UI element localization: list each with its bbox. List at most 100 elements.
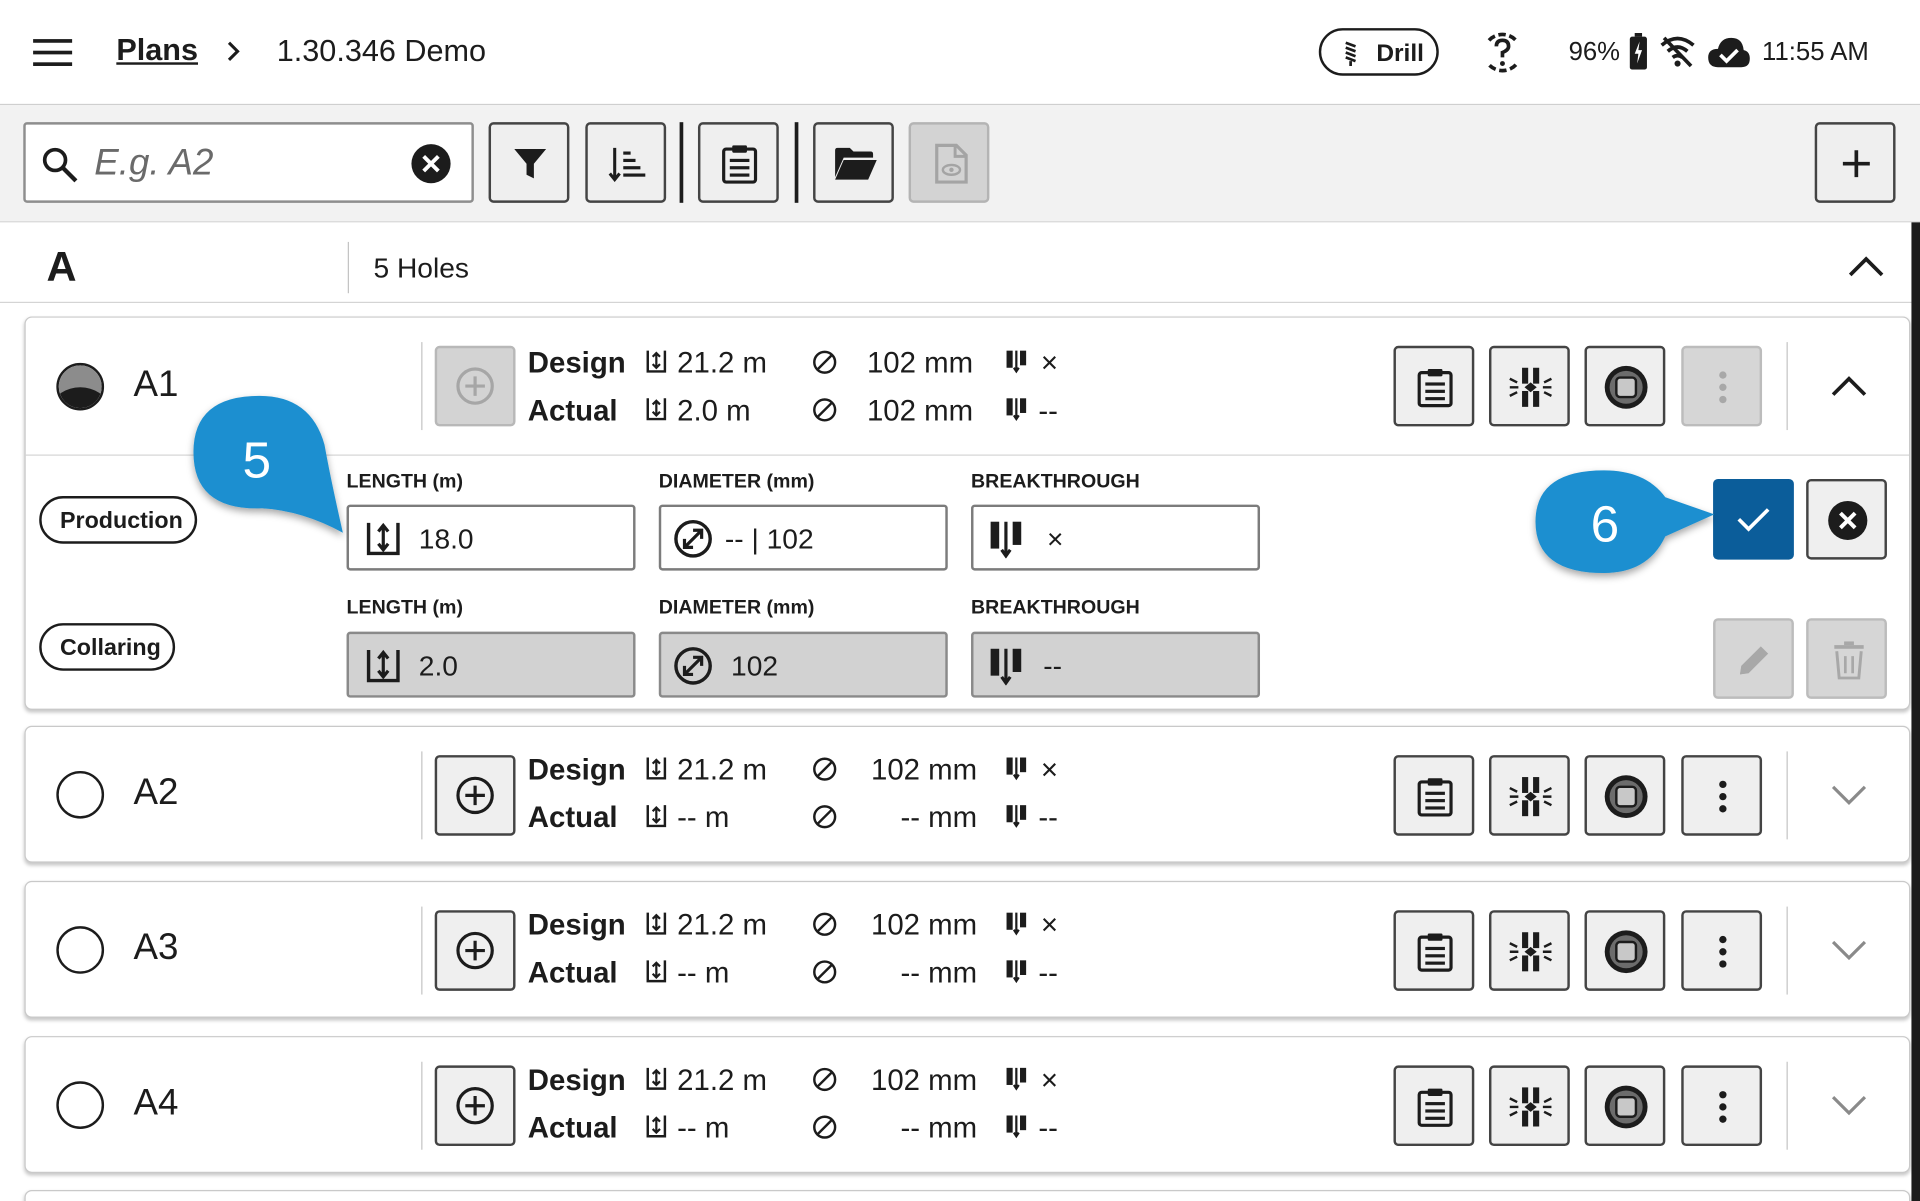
breakthrough-label: BREAKTHROUGH bbox=[971, 471, 1140, 493]
collaring-diameter-value: 102 bbox=[731, 649, 779, 682]
hole-status-partial-icon[interactable] bbox=[56, 362, 105, 411]
add-drilling-button[interactable] bbox=[434, 910, 516, 991]
diameter-icon bbox=[812, 756, 838, 782]
hole-report-button[interactable] bbox=[1393, 345, 1475, 427]
plus-circle-icon bbox=[456, 776, 495, 815]
chevron-down-icon[interactable] bbox=[1831, 938, 1868, 962]
production-diameter-field[interactable]: -- | 102 bbox=[658, 504, 948, 571]
actual-length: -- m bbox=[677, 1111, 730, 1145]
edit-button[interactable] bbox=[1713, 618, 1794, 699]
stop-hole-button[interactable] bbox=[1584, 1065, 1666, 1147]
stop-hole-button[interactable] bbox=[1584, 755, 1666, 836]
design-label: Design bbox=[527, 1064, 626, 1098]
chevron-up-icon[interactable] bbox=[1848, 254, 1885, 278]
drill-bit-icon bbox=[1341, 41, 1361, 66]
design-breakthrough: × bbox=[1040, 909, 1058, 943]
drill-mode-button[interactable]: Drill bbox=[1318, 28, 1439, 76]
help-sync-icon[interactable] bbox=[1479, 29, 1526, 75]
document-view-icon bbox=[934, 143, 968, 185]
hole-status-empty-icon[interactable] bbox=[56, 926, 105, 974]
plan-toolbar bbox=[0, 105, 1920, 223]
hole-breakout-icon bbox=[1509, 930, 1553, 974]
scrollbar[interactable] bbox=[1911, 222, 1920, 1201]
breadcrumb-plans-link[interactable]: Plans bbox=[116, 33, 198, 68]
hole-status-empty-icon[interactable] bbox=[56, 770, 105, 819]
hole-status-button[interactable] bbox=[1488, 755, 1570, 836]
folder-open-icon bbox=[834, 147, 878, 181]
more-options-button[interactable] bbox=[1681, 345, 1763, 427]
chevron-down-icon[interactable] bbox=[1831, 783, 1868, 807]
plus-circle-icon bbox=[456, 1086, 495, 1125]
open-folder-button[interactable] bbox=[813, 122, 894, 203]
group-header[interactable]: A 5 Holes bbox=[0, 232, 1920, 304]
delete-button[interactable] bbox=[1806, 618, 1887, 699]
actual-label: Actual bbox=[527, 1111, 618, 1145]
more-options-button[interactable] bbox=[1681, 755, 1763, 836]
hole-status-empty-icon[interactable] bbox=[56, 1081, 105, 1129]
actual-label: Actual bbox=[527, 801, 618, 835]
divider bbox=[421, 342, 423, 431]
breakthrough-icon bbox=[1005, 756, 1027, 781]
preview-document-button[interactable] bbox=[908, 122, 990, 203]
stop-hole-button[interactable] bbox=[1584, 345, 1666, 427]
cancel-button[interactable] bbox=[1806, 478, 1887, 560]
hole-report-button[interactable] bbox=[1393, 1065, 1475, 1147]
more-options-button[interactable] bbox=[1681, 1065, 1763, 1147]
add-drilling-button[interactable] bbox=[434, 755, 516, 836]
actual-label: Actual bbox=[527, 956, 618, 990]
hole-card-a3: A3 Design Actual 21.2 m -- m 102 mm -- m… bbox=[24, 880, 1911, 1018]
search-input[interactable] bbox=[94, 141, 401, 186]
hole-status-button[interactable] bbox=[1488, 910, 1570, 991]
add-hole-button[interactable] bbox=[1814, 122, 1896, 203]
breakthrough-icon bbox=[1005, 1114, 1027, 1139]
top-app-bar: Plans 1.30.346 Demo Drill 96% 11:55 AM bbox=[0, 0, 1920, 106]
breakthrough-icon bbox=[989, 646, 1023, 686]
confirm-button[interactable] bbox=[1713, 478, 1794, 560]
hole-report-button[interactable] bbox=[1393, 755, 1475, 836]
design-length: 21.2 m bbox=[677, 346, 767, 380]
production-diameter-value: -- | 102 bbox=[724, 522, 814, 555]
plan-report-button[interactable] bbox=[697, 122, 779, 203]
hole-status-button[interactable] bbox=[1488, 1065, 1570, 1147]
collaring-breakthrough-value: -- bbox=[1043, 649, 1063, 682]
stop-hole-button[interactable] bbox=[1584, 910, 1666, 991]
production-breakthrough-field[interactable]: × bbox=[971, 504, 1261, 571]
length-icon bbox=[366, 648, 400, 685]
divider bbox=[1786, 1061, 1788, 1150]
length-label: LENGTH (m) bbox=[346, 597, 463, 619]
diameter-label: DIAMETER (mm) bbox=[658, 597, 815, 619]
diameter-icon bbox=[812, 1114, 838, 1140]
menu-icon[interactable] bbox=[33, 38, 73, 67]
chevron-down-icon[interactable] bbox=[1831, 1094, 1868, 1118]
add-drilling-button[interactable] bbox=[434, 1065, 516, 1147]
plus-icon bbox=[1842, 149, 1871, 178]
design-diameter: 102 mm bbox=[870, 753, 978, 787]
toolbar-divider bbox=[794, 122, 799, 203]
design-label: Design bbox=[527, 346, 626, 380]
diameter-icon bbox=[812, 349, 838, 375]
callout-6-number: 6 bbox=[1590, 494, 1620, 553]
clear-search-icon[interactable] bbox=[410, 143, 452, 185]
production-length-field[interactable]: 18.0 bbox=[346, 504, 636, 571]
divider bbox=[1786, 342, 1788, 431]
battery-percent: 96% bbox=[1568, 37, 1621, 66]
add-drilling-button[interactable] bbox=[434, 345, 516, 427]
design-length: 21.2 m bbox=[677, 753, 767, 787]
plus-circle-icon bbox=[456, 931, 495, 970]
diameter-icon bbox=[812, 959, 838, 985]
chevron-up-icon[interactable] bbox=[1831, 374, 1868, 398]
hole-name: A1 bbox=[133, 364, 179, 405]
length-icon bbox=[366, 520, 400, 557]
diameter-icon bbox=[812, 397, 838, 423]
actual-breakthrough: -- bbox=[1038, 394, 1058, 428]
length-icon bbox=[645, 959, 667, 983]
hole-report-button[interactable] bbox=[1393, 910, 1475, 991]
stop-circle-icon bbox=[1603, 929, 1650, 975]
sort-button[interactable] bbox=[585, 122, 667, 203]
hole-status-button[interactable] bbox=[1488, 345, 1570, 427]
actual-length: 2.0 m bbox=[677, 394, 751, 428]
filter-button[interactable] bbox=[488, 122, 570, 203]
hole-name: A4 bbox=[133, 1082, 179, 1123]
more-options-button[interactable] bbox=[1681, 910, 1763, 991]
breakthrough-icon bbox=[1005, 1067, 1027, 1091]
